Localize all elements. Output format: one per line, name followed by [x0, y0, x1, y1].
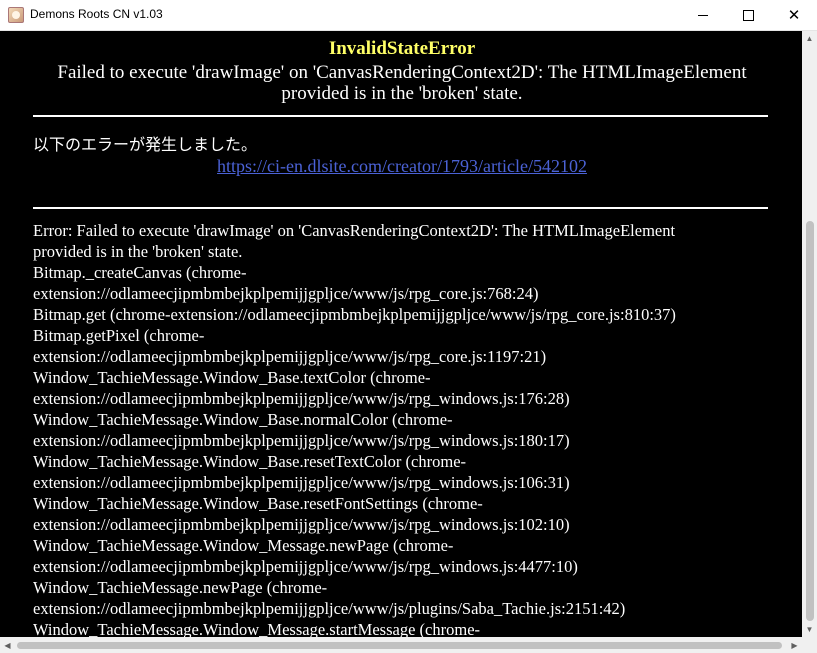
divider-bottom	[33, 207, 768, 209]
stack-line: extension://odlameecjipmbmbejkplpemijjgp…	[33, 347, 547, 366]
stack-line: extension://odlameecjipmbmbejkplpemijjgp…	[33, 515, 570, 534]
scroll-right-icon[interactable]: ▶	[787, 637, 802, 653]
scroll-left-icon[interactable]: ◀	[0, 637, 15, 653]
stack-line: Window_TachieMessage.Window_Base.resetTe…	[33, 452, 467, 471]
vertical-scrollbar[interactable]: ▲ ▼	[802, 31, 817, 637]
stack-line: extension://odlameecjipmbmbejkplpemijjgp…	[33, 473, 570, 492]
title-bar: Demons Roots CN v1.03 ✕	[0, 0, 817, 31]
minimize-icon	[698, 14, 708, 16]
stack-line: Bitmap.getPixel (chrome-	[33, 326, 205, 345]
vertical-scroll-thumb[interactable]	[806, 221, 814, 621]
stack-line: Bitmap._createCanvas (chrome-	[33, 263, 247, 282]
stack-line: Window_TachieMessage.Window_Base.resetFo…	[33, 494, 483, 513]
minimize-button[interactable]	[680, 0, 726, 30]
support-link[interactable]: https://ci-en.dlsite.com/creator/1793/ar…	[2, 156, 802, 177]
error-screen: InvalidStateError Failed to execute 'dra…	[2, 31, 802, 637]
scrollbar-corner	[802, 637, 817, 653]
stack-line: extension://odlameecjipmbmbejkplpemijjgp…	[33, 284, 539, 303]
stack-line: extension://odlameecjipmbmbejkplpemijjgp…	[33, 557, 578, 576]
horizontal-scrollbar[interactable]: ◀ ▶	[0, 637, 802, 653]
scroll-up-icon[interactable]: ▲	[802, 31, 817, 46]
error-message: Failed to execute 'drawImage' on 'Canvas…	[57, 62, 747, 104]
error-notice: 以下のエラーが発生しました。	[33, 135, 258, 154]
maximize-button[interactable]	[725, 0, 771, 30]
window-title: Demons Roots CN v1.03	[30, 7, 163, 21]
stack-line: extension://odlameecjipmbmbejkplpemijjgp…	[33, 389, 570, 408]
stack-line: Window_TachieMessage.Window_Message.newP…	[33, 536, 454, 555]
scroll-down-icon[interactable]: ▼	[802, 622, 817, 637]
stack-trace: Error: Failed to execute 'drawImage' on …	[33, 220, 753, 637]
stack-line: extension://odlameecjipmbmbejkplpemijjgp…	[33, 599, 626, 618]
error-name: InvalidStateError	[328, 38, 476, 59]
divider-top	[33, 115, 768, 117]
stack-line: Bitmap.get (chrome-extension://odlameecj…	[33, 305, 676, 324]
stack-line: Error: Failed to execute 'drawImage' on …	[33, 221, 676, 240]
stack-line: extension://odlameecjipmbmbejkplpemijjgp…	[33, 431, 570, 450]
stack-line: Window_TachieMessage.newPage (chrome-	[33, 578, 328, 597]
stack-line: Window_TachieMessage.Window_Base.textCol…	[33, 368, 431, 387]
stack-line: provided is in the 'broken' state.	[33, 242, 243, 261]
stack-line: Window_TachieMessage.Window_Message.star…	[33, 620, 481, 637]
close-button[interactable]: ✕	[771, 0, 817, 30]
horizontal-scroll-thumb[interactable]	[17, 642, 782, 649]
stack-line: Window_TachieMessage.Window_Base.normalC…	[33, 410, 453, 429]
close-icon: ✕	[787, 5, 801, 24]
maximize-icon	[742, 9, 754, 21]
app-icon	[8, 7, 24, 23]
